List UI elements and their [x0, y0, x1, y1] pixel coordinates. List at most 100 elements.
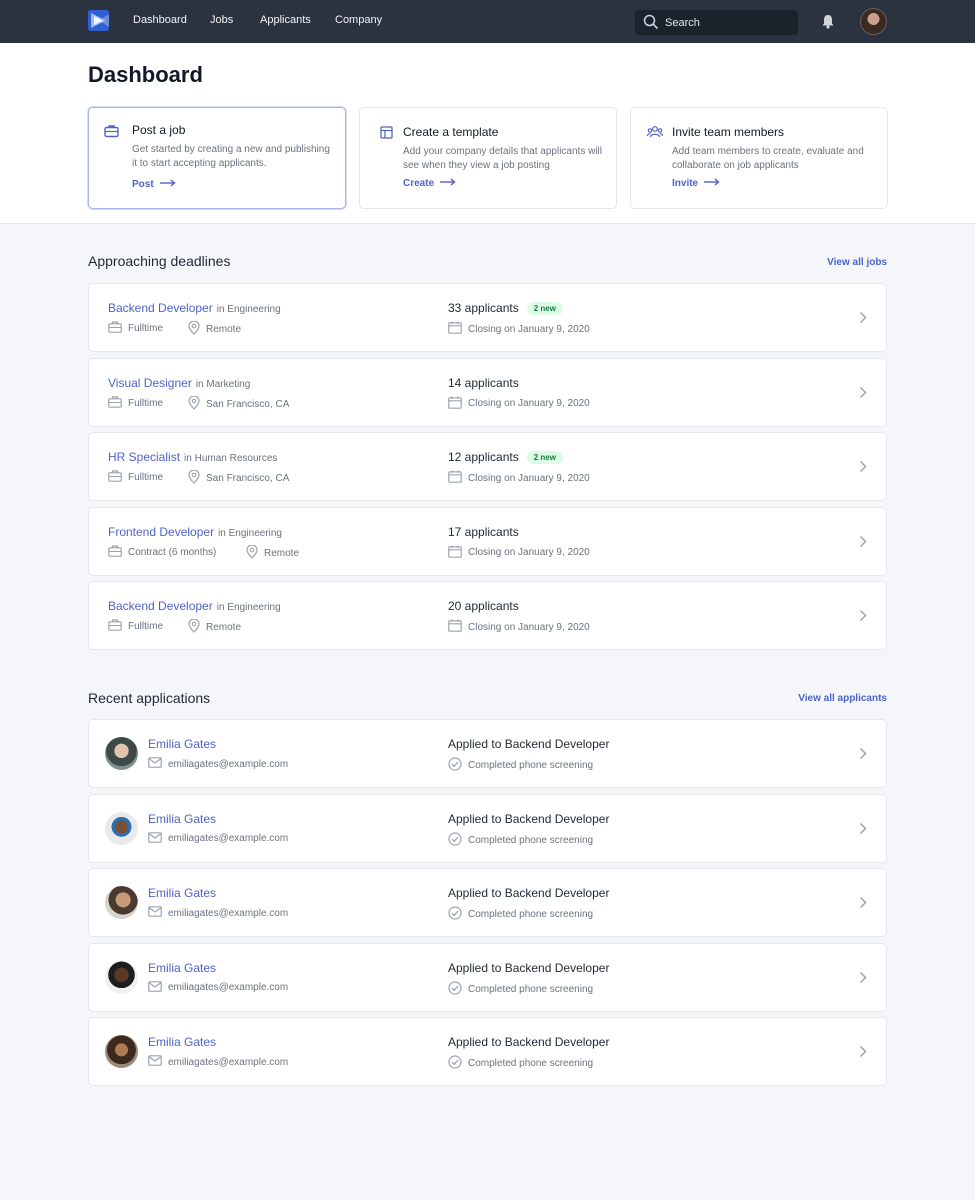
location-pin-icon: [188, 320, 200, 338]
application-status: Completed phone screening: [448, 1055, 593, 1072]
search-input[interactable]: [665, 10, 793, 35]
job-location-label: San Francisco, CA: [206, 473, 290, 484]
post-link-label: Post: [132, 179, 154, 190]
job-type-label: Contract (6 months): [128, 546, 217, 558]
job-row[interactable]: Frontend Developer in Engineering Contract…: [88, 506, 887, 576]
job-row[interactable]: Visual Designer in Marketing Fulltime San F…: [88, 357, 887, 427]
closing-date-label: Closing on January 9, 2020: [468, 621, 590, 633]
chevron-right-icon[interactable]: [859, 822, 867, 840]
applicant-count: 14 applicants: [448, 376, 519, 390]
job-title[interactable]: Backend Developer in Engineering: [108, 301, 281, 315]
job-type-label: Fulltime: [128, 621, 164, 632]
applied-position: Applied to Backend Developer: [448, 886, 610, 900]
post-link[interactable]: Post: [132, 179, 176, 190]
applicant-email-label: emiliagates@example.com: [168, 758, 289, 770]
job-title[interactable]: Visual Designer in Marketing: [108, 376, 250, 390]
applicant-count-label: 14 applicants: [448, 375, 519, 390]
chevron-right-icon[interactable]: [859, 386, 867, 404]
user-avatar[interactable]: [860, 8, 887, 35]
job-title[interactable]: HR Specialist in Human Resources: [108, 450, 277, 464]
applicant-name[interactable]: Emilia Gates: [148, 737, 216, 751]
chevron-right-icon[interactable]: [859, 311, 867, 329]
applicant-name[interactable]: Emilia Gates: [148, 886, 216, 900]
create-link[interactable]: Create: [403, 178, 456, 189]
applicant-name[interactable]: Emilia Gates: [148, 1035, 216, 1049]
job-row[interactable]: Backend Developer in Engineering Fulltime R…: [88, 283, 887, 352]
mail-icon: [148, 831, 162, 846]
job-department: in Engineering: [218, 527, 282, 539]
view-all-jobs-link[interactable]: View all jobs: [827, 257, 887, 268]
application-status-label: Completed phone screening: [468, 834, 594, 846]
invite-link[interactable]: Invite: [672, 178, 720, 189]
chevron-right-icon[interactable]: [859, 747, 867, 765]
applicant-count: 20 applicants: [448, 599, 519, 613]
mail-icon: [148, 757, 162, 771]
bell-icon[interactable]: [821, 14, 835, 34]
job-location: Remote: [246, 543, 300, 562]
job-type: Contract (6 months): [108, 544, 217, 560]
job-title-label: Backend Developer: [108, 599, 213, 613]
new-applicants-badge: 2 new: [526, 301, 563, 315]
closing-date: Closing on January 9, 2020: [448, 321, 590, 337]
check-circle-icon: [448, 980, 462, 998]
briefcase-icon: [108, 321, 122, 336]
closing-date-label: Closing on January 9, 2020: [468, 398, 590, 409]
chevron-right-icon[interactable]: [859, 896, 867, 914]
application-row[interactable]: Emilia Gates emiliagates@example.com Appli…: [88, 793, 887, 863]
job-location-label: San Francisco, CA: [206, 398, 290, 410]
card-description: Get started by creating a new and publis…: [132, 144, 330, 169]
create-link-label: Create: [403, 178, 435, 189]
page-title: Dashboard: [88, 62, 203, 87]
card-invite-team[interactable]: Invite team members Add team members to …: [630, 107, 888, 209]
card-create-template[interactable]: Create a template Add your company detai…: [359, 107, 617, 209]
application-row[interactable]: Emilia Gates emiliagates@example.com Appli…: [88, 942, 887, 1012]
check-circle-icon: [448, 757, 462, 774]
job-title[interactable]: Backend Developer in Engineering: [108, 599, 281, 613]
chevron-right-icon[interactable]: [859, 609, 867, 627]
application-row[interactable]: Emilia Gates emiliagates@example.com Appli…: [88, 1017, 887, 1086]
closing-date-label: Closing on January 9, 2020: [468, 472, 590, 484]
applicant-count-label: 33 applicants: [448, 301, 519, 315]
job-type: Fulltime: [108, 619, 163, 634]
card-title: Create a template: [403, 125, 499, 139]
job-row[interactable]: HR Specialist in Human Resources Fulltime S…: [88, 432, 887, 501]
nav-link-company[interactable]: Company: [335, 14, 382, 26]
applicant-name[interactable]: Emilia Gates: [148, 961, 216, 975]
applicant-count-label: 20 applicants: [448, 599, 519, 613]
chevron-right-icon[interactable]: [859, 460, 867, 478]
briefcase-icon: [108, 395, 122, 411]
app-logo[interactable]: [88, 10, 109, 31]
job-type-label: Fulltime: [128, 323, 164, 334]
calendar-icon: [448, 321, 462, 337]
card-description: Add your company details that applicants…: [403, 146, 602, 171]
briefcase-icon: [108, 619, 122, 634]
nav-link-jobs[interactable]: Jobs: [210, 14, 233, 26]
chevron-right-icon[interactable]: [859, 535, 867, 553]
job-type: Fulltime: [108, 321, 163, 336]
chevron-right-icon[interactable]: [859, 971, 867, 989]
arrow-right-icon: [704, 178, 720, 189]
applicant-email: emiliagates@example.com: [148, 757, 288, 771]
application-row[interactable]: Emilia Gates emiliagates@example.com Appli…: [88, 868, 887, 937]
applicant-email-label: emiliagates@example.com: [168, 833, 289, 844]
job-row[interactable]: Backend Developer in Engineering Fulltime R…: [88, 581, 887, 650]
location-pin-icon: [188, 618, 200, 636]
calendar-icon: [448, 396, 462, 412]
applicant-count: 12 applicants 2 new: [448, 450, 563, 464]
applied-position: Applied to Backend Developer: [448, 1035, 610, 1049]
invite-link-label: Invite: [672, 178, 699, 189]
chevron-right-icon[interactable]: [859, 1045, 867, 1063]
job-title[interactable]: Frontend Developer in Engineering: [108, 525, 282, 539]
closing-date: Closing on January 9, 2020: [448, 619, 590, 635]
calendar-icon: [448, 545, 462, 561]
card-title: Post a job: [132, 123, 186, 137]
applicant-name[interactable]: Emilia Gates: [148, 812, 216, 826]
card-post-job[interactable]: Post a job Get started by creating a new…: [88, 107, 346, 209]
check-circle-icon: [448, 1055, 462, 1072]
nav-link-dashboard[interactable]: Dashboard: [133, 14, 187, 26]
view-all-applicants-link[interactable]: View all applicants: [798, 693, 887, 704]
applicant-email-label: emiliagates@example.com: [168, 982, 289, 993]
application-row[interactable]: Emilia Gates emiliagates@example.com Appli…: [88, 719, 887, 788]
nav-link-applicants[interactable]: Applicants: [260, 14, 311, 26]
job-location-label: Remote: [264, 547, 300, 559]
